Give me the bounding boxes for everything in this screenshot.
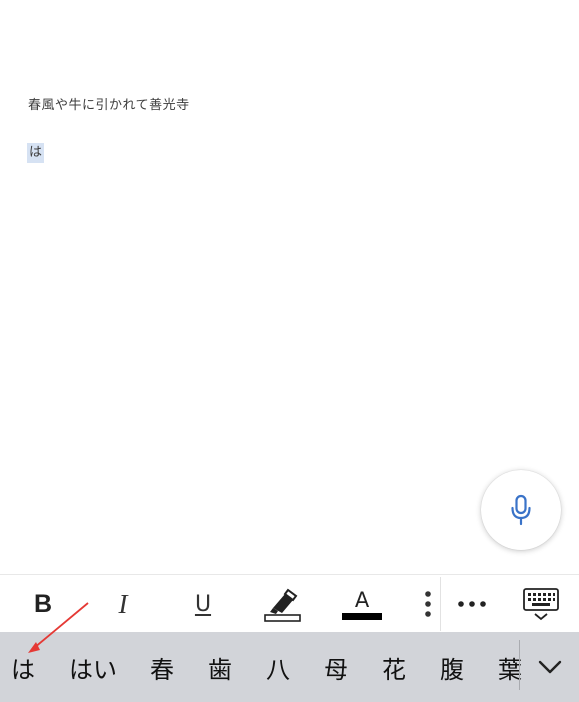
candidate-item[interactable]: 八 bbox=[256, 632, 300, 702]
microphone-icon bbox=[511, 494, 531, 526]
formatting-toolbar: B I U A bbox=[0, 574, 579, 632]
candidate-item[interactable]: はい bbox=[58, 632, 128, 702]
selected-composing-text[interactable]: は bbox=[27, 143, 45, 163]
bold-button[interactable]: B bbox=[22, 575, 64, 633]
vertical-dots-icon bbox=[425, 591, 431, 617]
candidate-item[interactable]: 母 bbox=[314, 632, 358, 702]
italic-label: I bbox=[118, 588, 128, 619]
keyboard-hide-icon bbox=[523, 588, 559, 621]
toolbar-divider bbox=[440, 577, 441, 631]
ime-candidate-bar: は はい 春 歯 八 母 花 腹 葉 bbox=[0, 632, 579, 702]
candidate-item[interactable]: 腹 bbox=[430, 632, 474, 702]
candidate-item[interactable]: 歯 bbox=[198, 632, 242, 702]
highlight-button[interactable] bbox=[258, 575, 306, 633]
toolbar-overflow-button[interactable] bbox=[416, 575, 440, 633]
underline-label: U bbox=[194, 591, 212, 617]
font-color-swatch bbox=[342, 612, 382, 620]
underline-button[interactable]: U bbox=[182, 575, 224, 633]
dictation-button[interactable] bbox=[481, 470, 561, 550]
expand-candidates-button[interactable] bbox=[520, 632, 579, 702]
candidate-item[interactable]: は bbox=[0, 632, 46, 702]
italic-button[interactable]: I bbox=[102, 575, 144, 633]
horizontal-dots-icon bbox=[458, 601, 486, 607]
hide-keyboard-button[interactable] bbox=[518, 575, 564, 633]
font-color-button[interactable]: A bbox=[340, 575, 384, 633]
document-line[interactable]: 春風や牛に引かれて善光寺 bbox=[28, 94, 190, 113]
font-color-letter: A bbox=[354, 587, 370, 612]
chevron-down-icon bbox=[538, 660, 561, 674]
more-options-button[interactable] bbox=[452, 575, 492, 633]
candidate-item[interactable]: 春 bbox=[140, 632, 184, 702]
candidate-item[interactable]: 花 bbox=[372, 632, 416, 702]
bold-label: B bbox=[33, 589, 53, 618]
highlighter-icon bbox=[264, 588, 301, 622]
